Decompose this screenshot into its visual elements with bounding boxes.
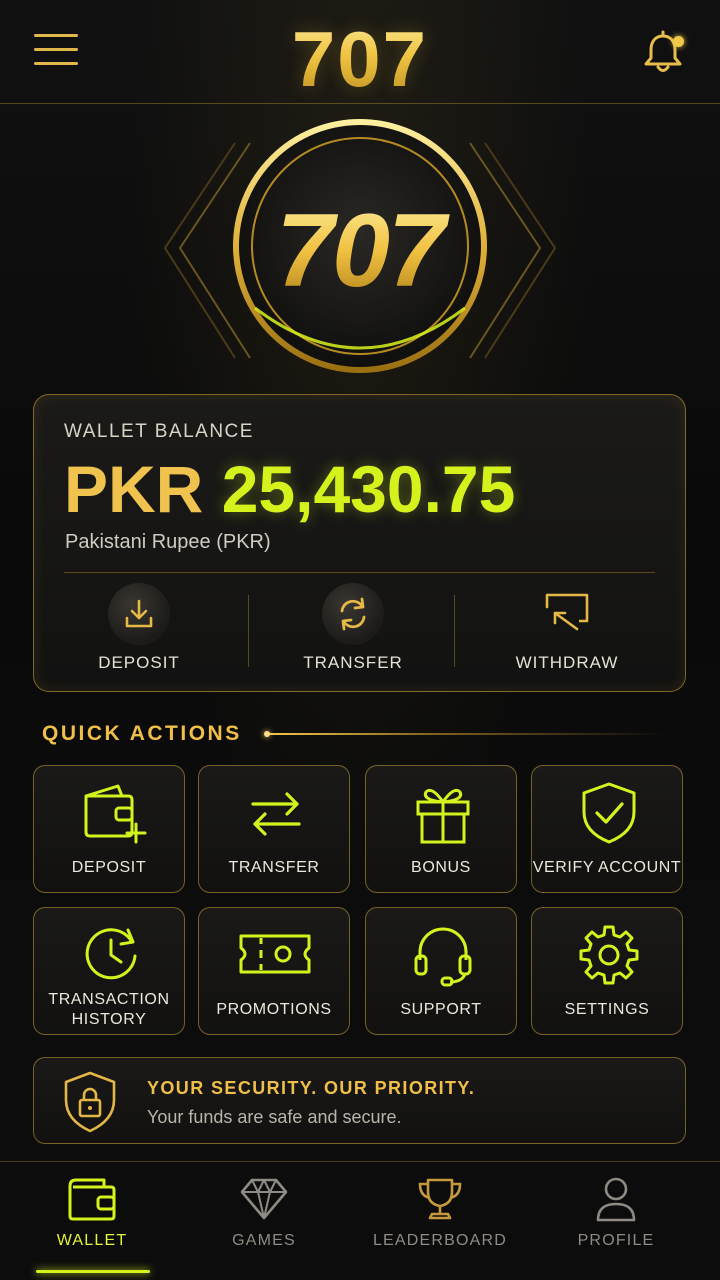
gear-icon [579, 925, 639, 985]
trophy-icon [418, 1178, 462, 1220]
quick-action-label: VERIFY ACCOUNT [532, 859, 682, 876]
quick-action-support[interactable]: SUPPORT [365, 907, 517, 1035]
refresh-icon [340, 597, 366, 631]
deposit-icon-circle [108, 583, 170, 645]
quick-action-promotions[interactable]: PROMOTIONS [198, 907, 350, 1035]
quick-action-verify-account[interactable]: VERIFY ACCOUNT [531, 765, 683, 893]
wallet-withdraw-button[interactable]: WITHDRAW [462, 583, 672, 683]
emblem-logo-text: 707 [160, 192, 560, 311]
user-icon [596, 1177, 636, 1222]
notification-button[interactable] [640, 30, 686, 76]
nav-label: PROFILE [577, 1232, 655, 1249]
app-header: 707 [0, 0, 720, 104]
nav-label: GAMES [232, 1232, 296, 1249]
wallet-balance-value: 25,430.75 [221, 452, 516, 526]
nav-label: LEADERBOARD [372, 1232, 508, 1249]
brand-emblem: 707 [160, 118, 560, 378]
divider [454, 595, 455, 667]
nav-item-profile[interactable]: PROFILE [536, 1176, 696, 1272]
wallet-deposit-label: DEPOSIT [98, 653, 180, 672]
wallet-balance-amount: PKR 25,430.75 [64, 451, 515, 527]
history-clock-icon [85, 928, 137, 980]
quick-action-label: BONUS [411, 859, 471, 876]
gift-icon [416, 788, 470, 844]
wallet-deposit-button[interactable]: DEPOSIT [34, 583, 244, 683]
wallet-add-icon [84, 784, 147, 844]
nav-item-games[interactable]: GAMES [184, 1176, 344, 1272]
wallet-icon [68, 1178, 116, 1221]
quick-action-label: SUPPORT [400, 1001, 482, 1018]
ticket-icon [239, 934, 311, 974]
wallet-balance-card: WALLET BALANCE PKR 25,430.75 Pakistani R… [33, 394, 686, 692]
label-line-2: HISTORY [71, 1011, 147, 1028]
shield-lock-icon [64, 1071, 116, 1133]
label-line-1: TRANSACTION [48, 991, 170, 1008]
nav-item-leaderboard[interactable]: LEADERBOARD [360, 1176, 520, 1272]
quick-actions-title: QUICK ACTIONS [42, 722, 242, 745]
notification-dot [673, 36, 684, 47]
quick-action-deposit[interactable]: DEPOSIT [33, 765, 185, 893]
quick-action-label: PROMOTIONS [216, 1001, 332, 1018]
wallet-currency-name: Pakistani Rupee (PKR) [65, 531, 271, 553]
download-icon [125, 599, 153, 628]
divider [64, 572, 655, 573]
wallet-transfer-button[interactable]: TRANSFER [248, 583, 458, 683]
quick-action-label: TRANSFER [228, 859, 320, 876]
bottom-navigation: WALLET GAMES LEADERBOARD PROFILE [0, 1161, 720, 1280]
wallet-currency-code: PKR [64, 452, 204, 526]
security-banner: YOUR SECURITY. OUR PRIORITY. Your funds … [33, 1057, 686, 1144]
active-tab-indicator [36, 1270, 150, 1273]
wallet-balance-label: WALLET BALANCE [64, 421, 254, 442]
transfer-icon-circle [322, 583, 384, 645]
withdraw-icon [545, 593, 589, 631]
wallet-screen: 707 707 WALLET BALANCE PKR 25,430.75 Pak… [0, 0, 720, 1280]
wallet-transfer-label: TRANSFER [303, 653, 403, 672]
quick-action-settings[interactable]: SETTINGS [531, 907, 683, 1035]
wallet-withdraw-label: WITHDRAW [515, 653, 619, 672]
quick-action-label: DEPOSIT [71, 859, 147, 876]
quick-action-label: SETTINGS [564, 1001, 650, 1018]
quick-action-bonus[interactable]: BONUS [365, 765, 517, 893]
nav-label: WALLET [56, 1232, 128, 1249]
diamond-icon [240, 1178, 288, 1220]
headset-icon [414, 927, 472, 987]
section-divider-line [264, 731, 666, 737]
nav-item-wallet[interactable]: WALLET [12, 1176, 172, 1273]
quick-action-label: TRANSACTION HISTORY [34, 990, 184, 1030]
quick-action-transfer[interactable]: TRANSFER [198, 765, 350, 893]
security-title: YOUR SECURITY. OUR PRIORITY. [147, 1078, 476, 1098]
shield-check-icon [582, 782, 636, 844]
quick-action-transaction-history[interactable]: TRANSACTION HISTORY [33, 907, 185, 1035]
security-subtitle: Your funds are safe and secure. [147, 1107, 402, 1127]
swap-arrows-icon [251, 792, 301, 836]
withdraw-icon-circle [536, 583, 598, 645]
header-logo: 707 [0, 14, 720, 105]
